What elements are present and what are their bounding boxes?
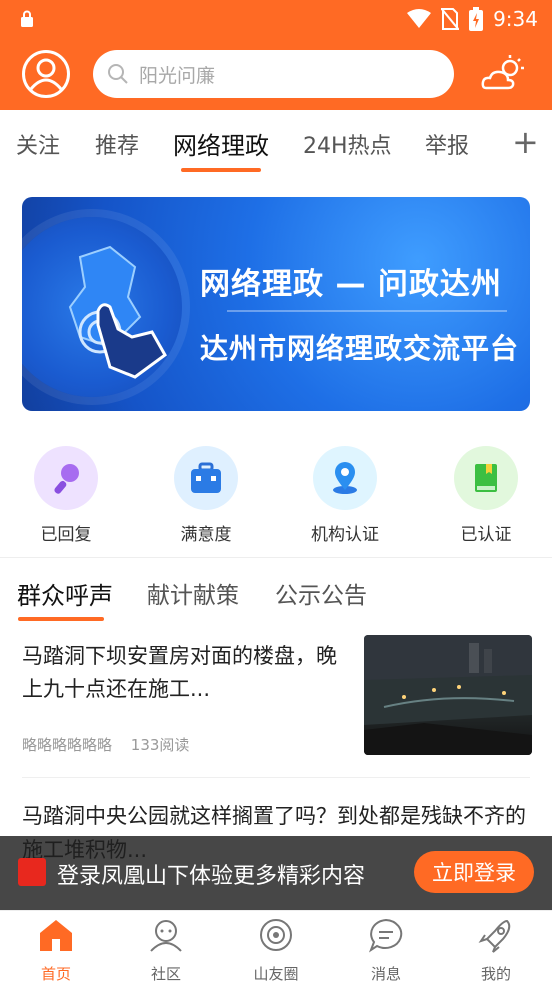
quick-replied-label: 已回复 — [40, 525, 92, 545]
book-icon — [454, 446, 518, 510]
status-icons: 9:34 — [407, 6, 538, 32]
battery-icon — [469, 7, 484, 31]
location-pin-icon — [313, 446, 377, 510]
quick-replied[interactable]: 已回复 — [16, 440, 116, 545]
news-author: 略略略略略略 — [22, 736, 113, 754]
news-reads: 133阅读 — [130, 736, 190, 754]
nav-profile-label: 我的 — [480, 965, 511, 983]
nav-friends-circle-label: 山友圈 — [253, 965, 299, 983]
microphone-icon — [34, 446, 98, 510]
add-channel-button[interactable]: + — [512, 122, 539, 162]
user-avatar-button[interactable] — [22, 50, 70, 98]
bottom-navigation: 首页 社区 山友圈 消息 我的 — [0, 910, 552, 983]
nav-messages[interactable]: 消息 — [336, 917, 436, 983]
nav-community-label: 社区 — [150, 965, 181, 983]
login-prompt-text: 登录凤凰山下体验更多精彩内容 — [57, 864, 366, 889]
active-tab-underline — [181, 168, 261, 172]
subtab-suggestions[interactable]: 献计献策 — [147, 576, 239, 610]
community-icon — [150, 920, 182, 952]
nav-profile[interactable]: 我的 — [446, 917, 546, 983]
home-icon — [40, 920, 72, 951]
news-meta: 略略略略略略 133阅读 — [22, 734, 189, 755]
news-separator — [22, 777, 530, 778]
tab-network-governance[interactable]: 网络理政 — [173, 126, 269, 161]
search-input[interactable]: 阳光问廉 — [93, 50, 454, 98]
tab-recommend[interactable]: 推荐 — [95, 128, 139, 160]
login-prompt-bar: 登录凤凰山下体验更多精彩内容 立即登录 — [0, 836, 552, 910]
user-icon — [29, 58, 63, 90]
wifi-icon — [407, 9, 432, 28]
search-placeholder: 阳光问廉 — [139, 64, 216, 87]
map-hand-illustration — [68, 245, 167, 379]
nav-community[interactable]: 社区 — [116, 917, 216, 983]
quick-org-cert-label: 机构认证 — [311, 525, 379, 545]
app-logo — [18, 858, 46, 886]
news-thumbnail[interactable] — [364, 635, 532, 755]
login-button[interactable]: 立即登录 — [414, 851, 534, 893]
quick-certified[interactable]: 已认证 — [436, 440, 536, 545]
weather-icon[interactable] — [480, 54, 526, 94]
banner-subtitle: 达州市网络理政交流平台 — [200, 332, 520, 365]
night-construction-photo — [364, 635, 532, 755]
active-subtab-underline — [18, 617, 104, 621]
nav-home[interactable]: 首页 — [6, 917, 106, 983]
status-time: 9:34 — [493, 7, 538, 31]
rocket-icon — [478, 919, 511, 953]
search-icon — [108, 64, 128, 84]
banner-divider — [227, 310, 507, 312]
news-title[interactable]: 马踏洞下坝安置房对面的楼盘，晚上九十点还在施工... — [22, 640, 342, 706]
top-header: 9:34 阳光问廉 — [0, 0, 552, 110]
channel-tabs: 关注 推荐 网络理政 24H热点 举报 + — [0, 110, 552, 180]
quick-certified-label: 已认证 — [460, 525, 512, 545]
quick-satisfaction-label: 满意度 — [180, 525, 232, 545]
tab-24h-hot[interactable]: 24H热点 — [303, 128, 392, 160]
nav-messages-label: 消息 — [370, 965, 401, 983]
no-sim-icon — [441, 8, 460, 30]
nav-home-label: 首页 — [40, 965, 71, 983]
subtab-announcements[interactable]: 公示公告 — [275, 576, 367, 610]
message-icon — [368, 918, 403, 953]
quick-satisfaction[interactable]: 满意度 — [156, 440, 256, 545]
quick-actions: 已回复 满意度 机构认证 已认证 — [0, 440, 552, 550]
subtab-public-voice[interactable]: 群众呼声 — [17, 576, 113, 611]
quick-org-cert[interactable]: 机构认证 — [295, 440, 395, 545]
circle-icon — [260, 919, 292, 951]
promo-banner[interactable]: 网络理政 — 问政达州 达州市网络理政交流平台 — [22, 197, 530, 411]
briefcase-icon — [174, 446, 238, 510]
lock-icon — [21, 10, 33, 27]
tab-report[interactable]: 举报 — [425, 128, 469, 160]
section-divider — [0, 557, 552, 558]
banner-title: 网络理政 — 问政达州 — [200, 267, 502, 302]
status-bar: 9:34 — [0, 0, 552, 38]
tab-follow[interactable]: 关注 — [16, 128, 60, 160]
nav-friends-circle[interactable]: 山友圈 — [226, 917, 326, 983]
